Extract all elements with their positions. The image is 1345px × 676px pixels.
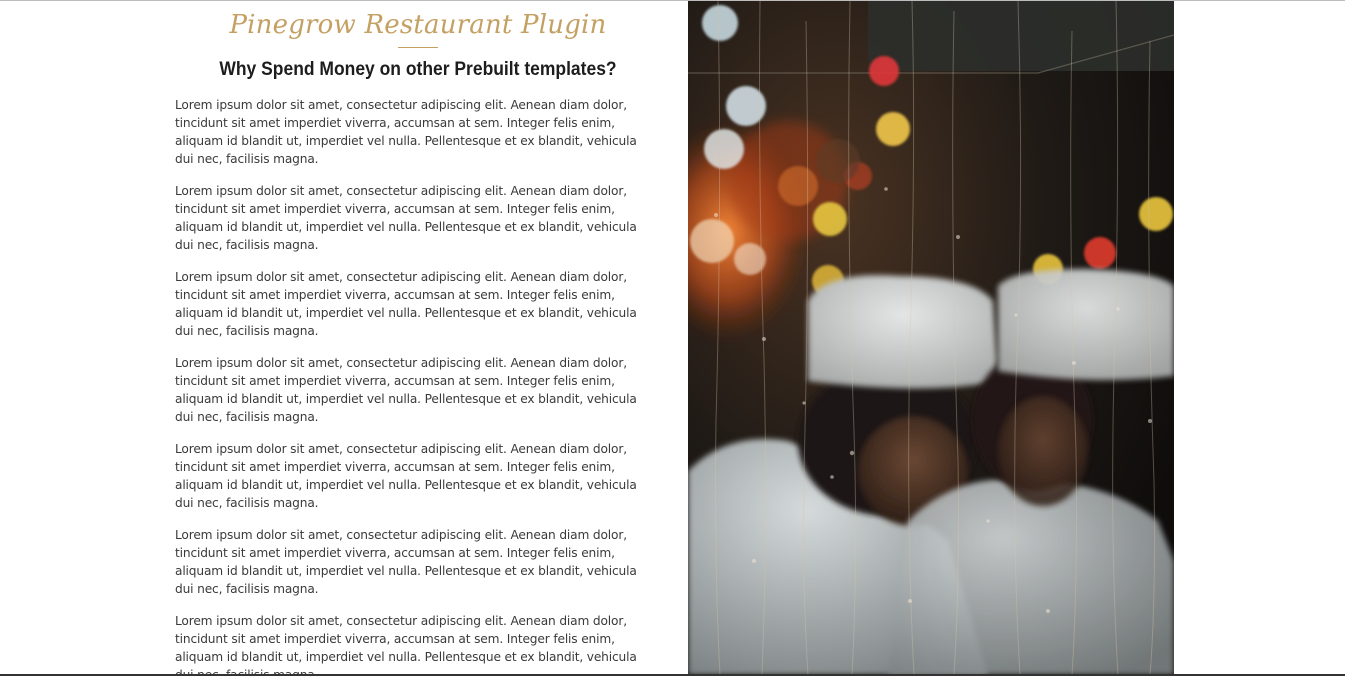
body-paragraph: Lorem ipsum dolor sit amet, consectetur … [175, 356, 637, 424]
body-paragraph: Lorem ipsum dolor sit amet, consectetur … [175, 184, 637, 252]
intro-text-column: Pinegrow Restaurant Plugin Why Spend Mon… [168, 1, 668, 675]
chefs-photo [688, 1, 1174, 674]
section-headline: Why Spend Money on other Prebuilt templa… [219, 59, 617, 80]
chefs-photo-illustration [688, 1, 1174, 674]
body-paragraph: Lorem ipsum dolor sit amet, consectetur … [175, 614, 637, 675]
paragraph-list: Lorem ipsum dolor sit amet, consectetur … [168, 96, 668, 675]
body-paragraph: Lorem ipsum dolor sit amet, consectetur … [175, 528, 637, 596]
page: Pinegrow Restaurant Plugin Why Spend Mon… [0, 0, 1345, 676]
script-title: Pinegrow Restaurant Plugin [229, 10, 607, 40]
title-divider [398, 47, 438, 48]
body-paragraph: Lorem ipsum dolor sit amet, consectetur … [175, 442, 637, 510]
body-paragraph: Lorem ipsum dolor sit amet, consectetur … [175, 270, 637, 338]
body-paragraph: Lorem ipsum dolor sit amet, consectetur … [175, 98, 637, 166]
